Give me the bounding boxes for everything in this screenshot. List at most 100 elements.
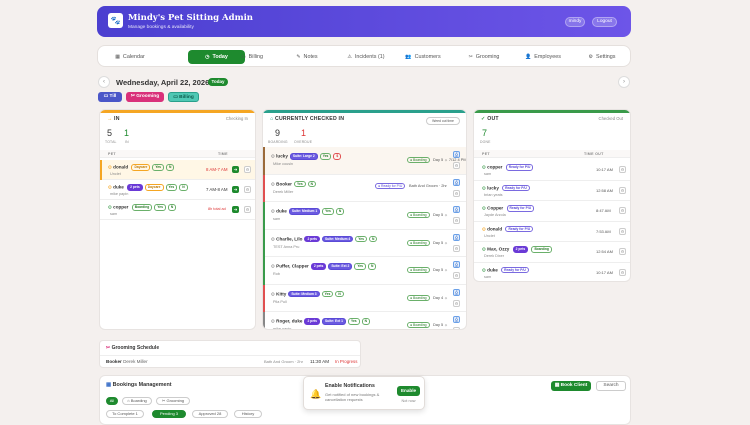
settings-button[interactable]: ⚙: [619, 166, 626, 173]
tab-notes[interactable]: ✎ Notes: [292, 50, 322, 64]
note-button[interactable]: ⎙: [453, 178, 460, 186]
note-button[interactable]: ⎙: [453, 206, 460, 213]
settings-button[interactable]: ⚙: [244, 166, 251, 173]
settings-button[interactable]: ⚙: [619, 207, 626, 214]
tab-pending[interactable]: Pending 3: [152, 410, 186, 418]
out-panel: ✓ OUT Checked Out 7 DONE PET TIME OUT ⊙ …: [473, 109, 631, 282]
in-panel: → IN Checking In 5 TOTAL 1 IN PET TIME ⊙…: [99, 109, 256, 330]
settings-button[interactable]: ⚙: [453, 327, 460, 329]
grooming-title: Grooming Schedule: [111, 345, 160, 351]
tab-boarding[interactable]: ⌂ Boarding: [122, 397, 152, 405]
owner-name: Mike cousin: [273, 162, 294, 166]
paw-logo-icon: 🐾: [108, 13, 123, 28]
done-label: DONE: [480, 140, 491, 144]
table-row[interactable]: ⊙ duke Suite: Medium 1 Yes N sam ● Boarding…: [263, 202, 466, 230]
tab-history[interactable]: History: [234, 410, 262, 418]
grooming-service: Bath And Groom · 2hr: [264, 359, 303, 364]
status-badge: ● Boarding: [407, 294, 430, 301]
tab-grooming[interactable]: ✂ Grooming: [465, 50, 503, 64]
main-nav: ▦ Calendar ◷ Today ▭ Billing ✎ Notes ⚠ Incide…: [97, 45, 631, 67]
pet-name: ⊙ lucky Suite: Large 2 Yes $: [271, 153, 342, 160]
time-out: 7:53 AM: [596, 228, 611, 234]
check-in-button[interactable]: ➜: [232, 206, 239, 213]
list-item[interactable]: ⊙ Copper Ready for P/U Jayde Arzola 8:47…: [474, 201, 630, 222]
tab-grooming-bookings[interactable]: ✂ Grooming: [156, 397, 190, 405]
overdue-count: 1: [301, 128, 307, 138]
list-item[interactable]: ⊙ copper Ready for P/U sam 10:17 AM ⚙: [474, 160, 630, 181]
tab-customers[interactable]: 👥 Customers: [403, 50, 443, 64]
settings-button[interactable]: ⚙: [453, 244, 460, 252]
check-in-button[interactable]: ➜: [232, 186, 239, 193]
not-now-button[interactable]: Not now: [397, 399, 420, 403]
settings-button[interactable]: ⚙: [244, 206, 251, 213]
user-button[interactable]: mindy: [565, 17, 585, 27]
settings-button[interactable]: ⚙: [619, 227, 626, 235]
arrow-in-icon: →: [107, 116, 113, 122]
tab-incidents[interactable]: ⚠ Incidents (1): [344, 50, 388, 64]
settings-button[interactable]: ⚙: [453, 162, 460, 169]
settings-button[interactable]: ⚙: [453, 299, 460, 307]
stay-info: Day 4 ☼: [433, 294, 448, 300]
filter-grooming[interactable]: ✂ Grooming: [126, 92, 164, 102]
list-item[interactable]: ⊙ donald Ready for P/U Unclet 7:53 AM ⚙: [474, 222, 630, 242]
table-row[interactable]: Booker Derek Miller: [106, 359, 148, 364]
in-total-label: TOTAL: [105, 140, 117, 144]
pet-name: ⊙ copper Ready for P/U: [482, 164, 534, 171]
bell-icon: 🔔: [310, 389, 322, 399]
app-subtitle: Manage bookings & availability: [128, 25, 194, 30]
table-row[interactable]: ⊙ Kitty Suite: Medium 3 Yes N Pila Pull ● B…: [263, 284, 466, 312]
settings-button[interactable]: ⚙: [244, 186, 251, 193]
owner-name: sam: [484, 274, 492, 279]
settings-button[interactable]: ⚙: [619, 248, 626, 255]
filter-billing[interactable]: ▭ Billing: [168, 92, 199, 102]
tab-settings[interactable]: ⚙ Settings: [585, 50, 619, 64]
tab-to-complete[interactable]: To Complete 1: [106, 410, 144, 418]
check-in-button[interactable]: ➜: [232, 166, 239, 173]
settings-button[interactable]: ⚙: [453, 217, 460, 224]
prev-day-button[interactable]: ‹: [98, 76, 110, 88]
book-client-button[interactable]: ▦ Book Client: [551, 381, 591, 391]
logout-button[interactable]: Logout: [592, 17, 617, 27]
note-button[interactable]: ⎙: [453, 261, 460, 268]
list-item[interactable]: ⊙ duke 2 pets Daycare Yes N mike papin 7 AM…: [100, 180, 255, 200]
clock-icon: ◷: [205, 54, 210, 60]
tab-employees[interactable]: 👤 Employees: [523, 50, 563, 64]
scissors-icon: ✂: [468, 54, 473, 60]
note-button[interactable]: ⎙: [453, 316, 460, 323]
check-circle-icon: ✓: [481, 116, 486, 122]
list-item[interactable]: ⊙ donald Daycare Yes N Unclet 8 AM-7 AM ➜ …: [100, 160, 255, 180]
status-badge: ● Ready for P/U: [375, 182, 406, 189]
table-row[interactable]: ⊙ Roger, duke 2 pets Suite: Ext 1 Yes N mike…: [263, 312, 466, 329]
row-stripe: [263, 257, 265, 285]
search-button[interactable]: Search: [596, 381, 626, 391]
settings-button[interactable]: ⚙: [619, 268, 626, 276]
filter-till[interactable]: ▭ Till: [98, 92, 122, 102]
list-item[interactable]: ⊙ copper Boarding Yes N sam 8h total ad ➜ …: [100, 200, 255, 220]
weed-out-toggle[interactable]: Weed out time: [426, 117, 460, 125]
settings-button[interactable]: ⚙: [453, 272, 460, 279]
settings-button[interactable]: ⚙: [619, 186, 626, 194]
list-item[interactable]: ⊙ lucky Ready for P/U brian yeats 12:58 …: [474, 181, 630, 201]
tab-billing[interactable]: ▭ Billing: [234, 50, 270, 64]
enable-notifications-button[interactable]: Enable: [397, 386, 420, 396]
note-button[interactable]: ⎙: [453, 288, 460, 296]
grooming-schedule: ✂ Grooming Schedule Booker Derek Miller …: [99, 340, 361, 368]
tab-all[interactable]: All: [106, 397, 118, 405]
table-row[interactable]: ⊙ Puffer, Clapper 2 pets Suite: Ext 2 Yes N …: [263, 257, 466, 285]
today-badge[interactable]: Today: [208, 78, 228, 86]
gear-icon: ⚙: [588, 54, 593, 60]
note-button[interactable]: ⎙: [453, 151, 460, 158]
list-item[interactable]: ⊙ duke Ready for P/U sam 10:17 AM ⚙: [474, 263, 630, 282]
list-item[interactable]: ⊙ Max, Ozzy 2 pets Boarding Derek Dixer …: [474, 242, 630, 263]
table-row[interactable]: ⊙ Booker Yes N Derek Miller ● Ready for P/…: [263, 174, 466, 202]
status-badge: ● Boarding: [407, 157, 430, 163]
note-button[interactable]: ⎙: [453, 233, 460, 241]
in-total-count: 5: [107, 128, 113, 138]
tab-calendar[interactable]: ▦ Calendar: [110, 50, 150, 64]
table-row[interactable]: ⊙ lucky Suite: Large 2 Yes $ Mike cousin ● …: [263, 147, 466, 175]
next-day-button[interactable]: ›: [618, 76, 630, 88]
tab-approved[interactable]: Approved 28: [192, 410, 228, 418]
table-row[interactable]: ⊙ Charlie, Lilo 2 pets Suite: Medium 4 Yes N…: [263, 229, 466, 257]
settings-button[interactable]: ⚙: [453, 189, 460, 197]
owner-name: brian yeats: [484, 192, 503, 197]
